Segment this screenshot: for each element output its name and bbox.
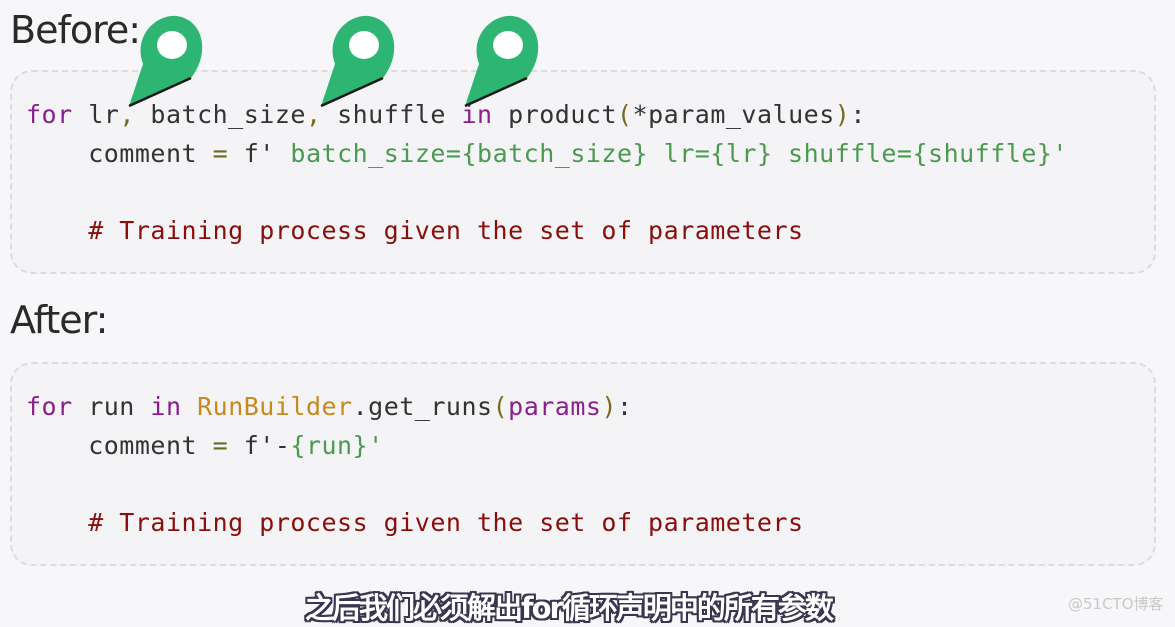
code-token: : xyxy=(617,392,633,421)
code-line: for run in RunBuilder.get_runs(params): xyxy=(26,388,804,427)
video-subtitle: 之后我们必须解出for循环声明中的所有参数 xyxy=(305,591,834,625)
code-token: ( xyxy=(617,100,633,129)
code-after: for run in RunBuilder.get_runs(params): … xyxy=(26,388,804,542)
code-line: # Training process given the set of para… xyxy=(26,212,1068,251)
code-token: = xyxy=(212,138,229,168)
heading-after: After: xyxy=(10,298,108,342)
code-token: for xyxy=(26,100,73,129)
map-pin-icon-lr xyxy=(128,15,203,107)
code-token: run xyxy=(72,392,151,421)
code-token: ' xyxy=(259,138,275,168)
watermark: @51CTO博客 xyxy=(1068,595,1164,613)
pin-hole xyxy=(157,31,187,59)
code-token: ( xyxy=(492,392,509,421)
code-token: {run}' xyxy=(290,430,384,460)
map-pin-icon-shuffle xyxy=(464,15,539,107)
code-token: # Training process given the set of para… xyxy=(26,215,804,245)
code-token: ) xyxy=(834,100,851,129)
code-token: *param_values xyxy=(632,100,835,129)
heading-before: Before: xyxy=(10,8,141,52)
code-line: comment = f' batch_size={batch_size} lr=… xyxy=(26,135,1068,174)
code-token: f xyxy=(228,138,260,168)
code-token: params xyxy=(508,392,602,421)
code-token: f xyxy=(228,430,260,460)
code-token: lr xyxy=(72,100,120,129)
code-line: # Training process given the set of para… xyxy=(26,504,804,543)
code-token: batch_size={batch_size} lr={lr} shuffle=… xyxy=(274,138,1068,168)
code-token: comment xyxy=(26,430,213,460)
code-token: RunBuilder xyxy=(197,392,353,421)
code-token: : xyxy=(850,100,866,129)
code-token: '- xyxy=(259,430,291,460)
code-token: = xyxy=(212,430,229,460)
map-pin-icon-batch-size xyxy=(320,15,395,107)
code-token: .get_runs xyxy=(352,392,493,421)
code-token: in xyxy=(150,392,182,421)
code-line: comment = f'-{run}' xyxy=(26,427,804,466)
code-token: ) xyxy=(601,392,618,421)
code-before: for lr, batch_size, shuffle in product(*… xyxy=(26,96,1068,250)
code-token: comment xyxy=(26,138,213,168)
code-token: # Training process given the set of para… xyxy=(26,507,804,537)
code-token: for xyxy=(26,392,73,421)
code-block-after: for run in RunBuilder.get_runs(params): … xyxy=(10,362,1156,566)
